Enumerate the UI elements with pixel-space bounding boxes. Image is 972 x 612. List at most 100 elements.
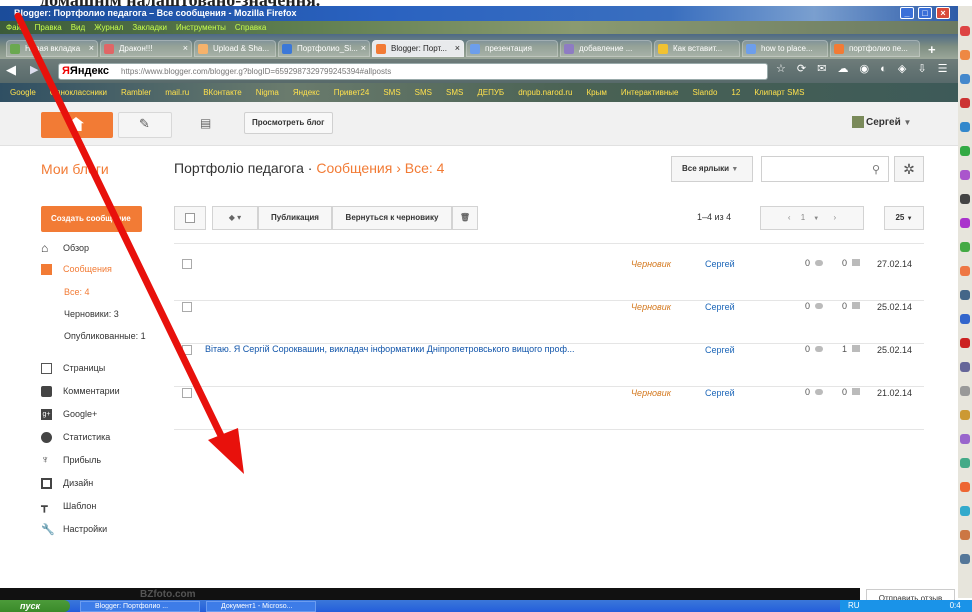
tab-dragon[interactable]: Дракон!!! × [100, 40, 192, 57]
publish-button[interactable]: Публикация [258, 206, 332, 230]
bookmark-item[interactable]: Привет24 [334, 88, 370, 97]
post-title[interactable]: Вітаю. Я Сергій Сороквашин, викладач інф… [205, 344, 574, 354]
menu-file[interactable]: Файл [6, 23, 26, 32]
app-icon[interactable] [960, 50, 970, 60]
search-input[interactable]: ⚲ [761, 156, 889, 182]
tab-how-to-place[interactable]: how to place... [742, 40, 828, 57]
app-icon[interactable] [960, 386, 970, 396]
bookmark-item[interactable]: dnpub.narod.ru [518, 88, 572, 97]
tab-presentation[interactable]: презентация [466, 40, 558, 57]
app-icon[interactable] [960, 362, 970, 372]
bookmark-item[interactable]: mail.ru [165, 88, 189, 97]
bookmark-item[interactable]: Яндекс [293, 88, 320, 97]
table-row[interactable]: Черновик Сергей 0 0 21.02.14 [174, 387, 924, 430]
per-page-select[interactable]: 25 ▼ [884, 206, 924, 230]
app-icon[interactable] [960, 482, 970, 492]
tab-close-icon[interactable]: × [361, 41, 366, 56]
address-bar[interactable]: https://www.blogger.com/blogger.g?blogID… [58, 63, 768, 80]
table-row[interactable]: Черновик Сергей 0 0 27.02.14 [174, 258, 924, 301]
app-icon[interactable] [960, 194, 970, 204]
post-author[interactable]: Сергей [705, 259, 735, 269]
posts-list-button[interactable]: ▤ [180, 112, 232, 138]
tab-close-icon[interactable]: × [89, 41, 94, 56]
tab-how-insert[interactable]: Как вставит... [654, 40, 740, 57]
tab-portfolio-site[interactable]: Портфолио_Si... × [278, 40, 370, 57]
row-checkbox[interactable] [182, 259, 192, 269]
sidebar-sub-all[interactable]: Все: 4 [64, 287, 90, 297]
bookmark-item[interactable]: Google [10, 88, 36, 97]
tab-upload[interactable]: Upload & Sha... [194, 40, 276, 57]
sidebar-sub-drafts[interactable]: Черновики: 3 [64, 309, 119, 319]
bookmark-item[interactable]: Nigma [256, 88, 279, 97]
chevron-down-icon[interactable]: ▼ [813, 216, 819, 222]
new-post-button[interactable]: Создать сообщение [41, 206, 142, 232]
bookmark-item[interactable]: SMS [415, 88, 432, 97]
bookmark-item[interactable]: Одноклассники [50, 88, 107, 97]
bookmark-item[interactable]: 12 [731, 88, 740, 97]
sidebar-sub-published[interactable]: Опубликованные: 1 [64, 331, 146, 341]
taskbar-item-word[interactable]: Документ1 - Microso... [206, 601, 316, 612]
bookmark-item[interactable]: Rambler [121, 88, 151, 97]
tab-close-icon[interactable]: × [183, 41, 188, 56]
app-icon[interactable] [960, 290, 970, 300]
labels-dropdown[interactable]: Все ярлыки ▼ [671, 156, 753, 182]
prev-page-icon[interactable]: ‹ [788, 213, 791, 222]
page-select[interactable]: 1 [801, 213, 805, 222]
start-button[interactable]: пуск [0, 600, 70, 612]
select-all-checkbox[interactable] [174, 206, 206, 230]
bookmark-item[interactable]: Крым [586, 88, 606, 97]
tab-blogger[interactable]: Blogger: Порт... × [372, 40, 464, 57]
app-icon[interactable] [960, 122, 970, 132]
taskbar-item-firefox[interactable]: Blogger: Портфолио ... [80, 601, 200, 612]
labels-button[interactable]: ◆ ▾ [212, 206, 258, 230]
avatar[interactable] [852, 116, 864, 128]
table-row[interactable]: Черновик Сергей 0 0 25.02.14 [174, 301, 924, 344]
user-menu[interactable]: Сергей ▼ [866, 117, 911, 128]
yandex-logo[interactable]: ЯЯндекс [62, 64, 109, 78]
tab-close-icon[interactable]: × [455, 41, 460, 56]
close-button[interactable]: × [936, 7, 950, 19]
bookmark-item[interactable]: SMS [383, 88, 400, 97]
app-icon[interactable] [960, 314, 970, 324]
app-icon[interactable] [960, 26, 970, 36]
back-icon[interactable]: ◀ [6, 62, 16, 78]
app-icon[interactable] [960, 410, 970, 420]
app-icon[interactable] [960, 242, 970, 252]
maximize-button[interactable]: □ [918, 7, 932, 19]
menu-history[interactable]: Журнал [94, 23, 123, 32]
revert-to-draft-button[interactable]: Вернуться к черновику [332, 206, 452, 230]
tab-adding[interactable]: добавление ... [560, 40, 652, 57]
bookmark-item[interactable]: Интерактивные [621, 88, 679, 97]
post-author[interactable]: Сергей [705, 345, 735, 355]
app-icon[interactable] [960, 458, 970, 468]
my-blogs-link[interactable]: Мои блоги [41, 161, 109, 177]
app-icon[interactable] [960, 530, 970, 540]
app-icon[interactable] [960, 338, 970, 348]
app-icon[interactable] [960, 98, 970, 108]
table-row[interactable]: Вітаю. Я Сергій Сороквашин, викладач інф… [174, 344, 924, 387]
home-button[interactable] [41, 112, 113, 138]
app-icon[interactable] [960, 170, 970, 180]
bookmark-item[interactable]: Slando [693, 88, 718, 97]
new-tab-icon[interactable]: + [928, 42, 936, 57]
bookmark-item[interactable]: Клипарт SMS [754, 88, 804, 97]
bookmark-item[interactable]: SMS [446, 88, 463, 97]
app-icon[interactable] [960, 146, 970, 156]
row-checkbox[interactable] [182, 302, 192, 312]
forward-icon[interactable]: ▶ [30, 63, 38, 76]
search-icon[interactable]: ⚲ [872, 163, 880, 176]
minimize-button[interactable]: _ [900, 7, 914, 19]
menu-help[interactable]: Справка [235, 23, 266, 32]
post-author[interactable]: Сергей [705, 302, 735, 312]
app-icon[interactable] [960, 266, 970, 276]
app-icon[interactable] [960, 554, 970, 564]
tab-new[interactable]: Новая вкладка × [6, 40, 98, 57]
bookmark-item[interactable]: ДЕПУБ [477, 88, 504, 97]
post-author[interactable]: Сергей [705, 388, 735, 398]
row-checkbox[interactable] [182, 345, 192, 355]
delete-button[interactable]: 🗑 [452, 206, 478, 230]
app-icon[interactable] [960, 218, 970, 228]
tab-portfolio-search[interactable]: портфолио пе... [830, 40, 920, 57]
view-blog-button[interactable]: Просмотреть блог [244, 112, 333, 134]
app-icon[interactable] [960, 434, 970, 444]
